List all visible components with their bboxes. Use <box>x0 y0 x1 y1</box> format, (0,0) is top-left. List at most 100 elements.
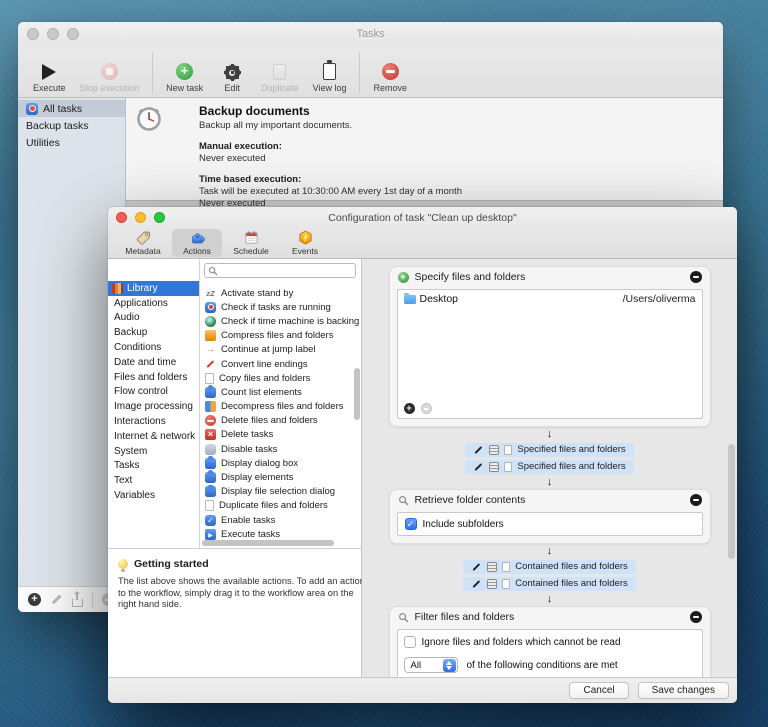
checkbox-label: Include subfolders <box>423 519 504 530</box>
sidebar-item-label: All tasks <box>43 103 82 115</box>
action-list-item[interactable]: Check if time machine is backing up dat <box>200 314 361 328</box>
action-list-vertical-scrollbar[interactable] <box>354 368 360 420</box>
category-item[interactable]: Variables <box>108 488 199 503</box>
stop-icon <box>101 63 118 80</box>
action-list-item[interactable]: Enable tasks <box>200 513 361 527</box>
collapse-remove-button[interactable] <box>690 271 702 283</box>
category-item[interactable]: Date and time <box>108 355 199 370</box>
cancel-button[interactable]: Cancel <box>569 682 628 699</box>
view-log-button[interactable]: View log <box>306 49 354 95</box>
action-list-item[interactable]: Delete tasks <box>200 428 361 442</box>
tasks-titlebar[interactable]: Tasks <box>18 22 723 46</box>
stop-execution-button[interactable]: Stop execution <box>73 49 147 95</box>
action-label: Convert line endings <box>221 359 308 370</box>
bottom-bar-separator <box>92 593 93 607</box>
category-item[interactable]: Tasks <box>108 459 199 474</box>
edit-button[interactable]: Edit <box>210 49 254 95</box>
category-item[interactable]: Applications <box>108 296 199 311</box>
duplicate-button[interactable]: Duplicate <box>254 49 306 95</box>
ignore-unreadable-checkbox[interactable] <box>404 636 416 648</box>
category-item[interactable]: Interactions <box>108 414 199 429</box>
sidebar-item-backup-tasks[interactable]: Backup tasks <box>18 117 125 134</box>
action-list-item[interactable]: Convert line endings <box>200 357 361 371</box>
action-list-item[interactable]: Display elements <box>200 470 361 484</box>
alarm-clock-icon <box>136 106 162 132</box>
category-item[interactable]: System <box>108 444 199 459</box>
action-list-item[interactable]: Delete files and folders <box>200 414 361 428</box>
action-list-horizontal-scrollbar[interactable] <box>202 540 334 546</box>
action-search[interactable] <box>204 263 356 278</box>
action-list-item[interactable]: Display file selection dialog <box>200 485 361 499</box>
action-list-item[interactable]: Disable tasks <box>200 442 361 456</box>
quantifier-select[interactable]: All <box>404 657 458 673</box>
document-icon <box>502 579 510 589</box>
category-label: Image processing <box>114 401 193 412</box>
connector-specified-files-1[interactable]: Specified files and folders <box>465 443 633 457</box>
action-list-item[interactable]: Count list elements <box>200 385 361 399</box>
workflow-vertical-scrollbar[interactable] <box>728 444 735 559</box>
category-item[interactable]: Conditions <box>108 340 199 355</box>
include-subfolders-checkbox[interactable] <box>405 518 417 530</box>
action-list-item[interactable]: Compress files and folders <box>200 329 361 343</box>
category-label: Flow control <box>114 386 168 397</box>
new-task-button[interactable]: New task <box>159 49 210 95</box>
workflow-block-filter[interactable]: Filter files and folders Ignore files an… <box>389 606 711 677</box>
list-icon <box>487 562 497 572</box>
list-icon <box>487 579 497 589</box>
workflow-block-specify[interactable]: Specify files and folders Desktop /Users… <box>389 266 711 427</box>
dialog-titlebar[interactable]: Configuration of task "Clean up desktop" <box>108 207 737 228</box>
connector-contained-files-1[interactable]: Contained files and folders <box>463 560 636 574</box>
action-list-item[interactable]: Continue at jump label <box>200 343 361 357</box>
action-list-item[interactable]: Display dialog box <box>200 456 361 470</box>
action-list-item[interactable]: Check if tasks are running <box>200 300 361 314</box>
category-item-library[interactable]: Library <box>108 281 199 296</box>
category-item[interactable]: Internet & network <box>108 429 199 444</box>
calendar-icon <box>244 230 259 245</box>
edit-pencil-icon[interactable] <box>50 593 63 606</box>
action-label: Display file selection dialog <box>221 486 335 497</box>
category-item[interactable]: Text <box>108 473 199 488</box>
window-title: Tasks <box>18 28 723 40</box>
task-description: Backup all my important documents. <box>199 120 462 131</box>
workflow-block-retrieve[interactable]: Retrieve folder contents Include subfold… <box>389 489 711 544</box>
share-icon[interactable] <box>72 598 83 607</box>
save-changes-button[interactable]: Save changes <box>638 682 729 699</box>
category-item[interactable]: Backup <box>108 325 199 340</box>
file-row-desktop[interactable]: Desktop /Users/oliverma <box>398 290 702 308</box>
action-list-item[interactable]: Duplicate files and folders <box>200 499 361 513</box>
category-item[interactable]: Audio <box>108 311 199 326</box>
category-label: Backup <box>114 327 147 338</box>
category-item[interactable]: Image processing <box>108 399 199 414</box>
add-file-button[interactable] <box>404 403 415 414</box>
action-label: Copy files and folders <box>219 373 310 384</box>
tab-actions[interactable]: Actions <box>172 229 222 257</box>
enable-icon <box>205 515 216 526</box>
edit-label: Edit <box>224 83 240 93</box>
manual-execution-label: Manual execution: <box>199 141 462 152</box>
action-list-item[interactable]: Decompress files and folders <box>200 400 361 414</box>
collapse-remove-button[interactable] <box>690 494 702 506</box>
connector-specified-files-2[interactable]: Specified files and folders <box>465 460 633 474</box>
search-input[interactable] <box>221 265 355 276</box>
remove-file-button[interactable] <box>421 403 432 414</box>
category-item[interactable]: Flow control <box>108 385 199 400</box>
document-icon <box>502 562 510 572</box>
action-list-item[interactable]: Activate stand by <box>200 286 361 300</box>
tab-label: Schedule <box>233 246 268 256</box>
execute-button[interactable]: Execute <box>26 49 73 95</box>
decompress-icon <box>205 401 216 412</box>
category-item[interactable]: Files and folders <box>108 370 199 385</box>
tab-schedule[interactable]: Schedule <box>226 229 276 257</box>
puzzle-icon <box>205 387 216 398</box>
add-task-icon[interactable] <box>28 593 41 606</box>
task-row-backup-documents[interactable]: Backup documents Backup all my important… <box>126 98 723 200</box>
collapse-remove-button[interactable] <box>690 611 702 623</box>
remove-button[interactable]: Remove <box>366 49 414 95</box>
list-icon <box>489 445 499 455</box>
sidebar-item-utilities[interactable]: Utilities <box>18 134 125 151</box>
action-list-item[interactable]: Copy files and folders <box>200 371 361 385</box>
tab-metadata[interactable]: Metadata <box>118 229 168 257</box>
tab-events[interactable]: Events <box>280 229 330 257</box>
sidebar-item-all-tasks[interactable]: All tasks <box>18 100 125 117</box>
connector-contained-files-2[interactable]: Contained files and folders <box>463 577 636 591</box>
